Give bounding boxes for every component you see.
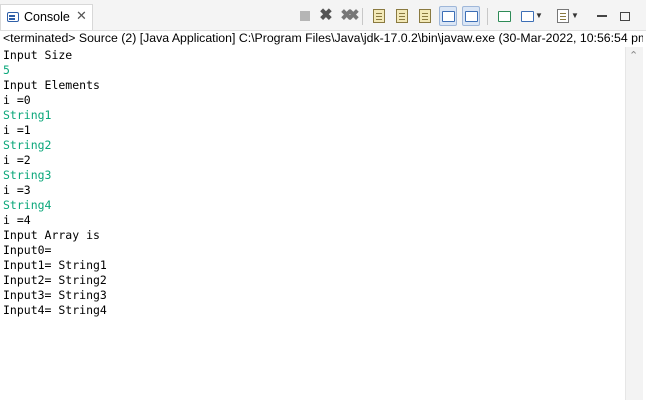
show-console-on-error-icon[interactable] — [462, 6, 480, 26]
chevron-down-icon[interactable]: ▼ — [534, 6, 544, 26]
console-input-line: 5 — [3, 63, 10, 77]
vertical-scrollbar[interactable]: ⌃ — [625, 47, 643, 400]
console-output-line: Input1= String1 — [3, 258, 107, 272]
minimize-icon[interactable] — [593, 6, 611, 26]
console-icon — [7, 12, 19, 22]
clear-console-icon[interactable] — [370, 6, 388, 26]
console-output-line: Input4= String4 — [3, 303, 107, 317]
console-input-line: String4 — [3, 198, 52, 212]
console-output-line: i =3 — [3, 183, 31, 197]
scroll-up-icon[interactable]: ⌃ — [629, 49, 638, 62]
tab-console-label: Console — [24, 10, 70, 24]
console-output-line: Input Elements — [3, 78, 100, 92]
console-output-line: i =0 — [3, 93, 31, 107]
console-output-line: Input3= String3 — [3, 288, 107, 302]
console-output[interactable]: Input Size 5 Input Elements i =0 String1 i =1… — [3, 48, 623, 400]
console-input-line: String2 — [3, 138, 52, 152]
console-output-line: Input Array is — [3, 228, 100, 242]
maximize-icon[interactable] — [616, 6, 634, 26]
close-tab-icon[interactable]: ✕ — [76, 9, 87, 23]
pin-console-icon[interactable] — [495, 6, 513, 26]
view-tab-bar: Console ✕ ✖ ✖✖ ▼ ▼ — [0, 0, 646, 31]
chevron-down-icon[interactable]: ▼ — [570, 6, 580, 26]
terminate-icon[interactable] — [296, 6, 314, 26]
console-input-line: String3 — [3, 168, 52, 182]
console-output-line: i =2 — [3, 153, 31, 167]
tab-console[interactable]: Console ✕ — [0, 4, 93, 30]
console-output-line: Input2= String2 — [3, 273, 107, 287]
console-output-line: i =1 — [3, 123, 31, 137]
launch-status-line: <terminated> Source (2) [Java Applicatio… — [3, 31, 643, 45]
console-output-line: Input Size — [3, 48, 73, 62]
toolbar-separator — [487, 8, 488, 25]
word-wrap-icon[interactable] — [416, 6, 434, 26]
remove-all-terminated-icon[interactable]: ✖✖ — [338, 6, 359, 26]
scroll-lock-icon[interactable] — [393, 6, 411, 26]
console-input-line: String1 — [3, 108, 52, 122]
remove-launch-icon[interactable]: ✖ — [317, 6, 335, 26]
show-console-on-output-icon[interactable] — [439, 6, 457, 26]
console-output-line: i =4 — [3, 213, 31, 227]
toolbar-separator — [362, 8, 363, 25]
console-output-line: Input0= — [3, 243, 52, 257]
